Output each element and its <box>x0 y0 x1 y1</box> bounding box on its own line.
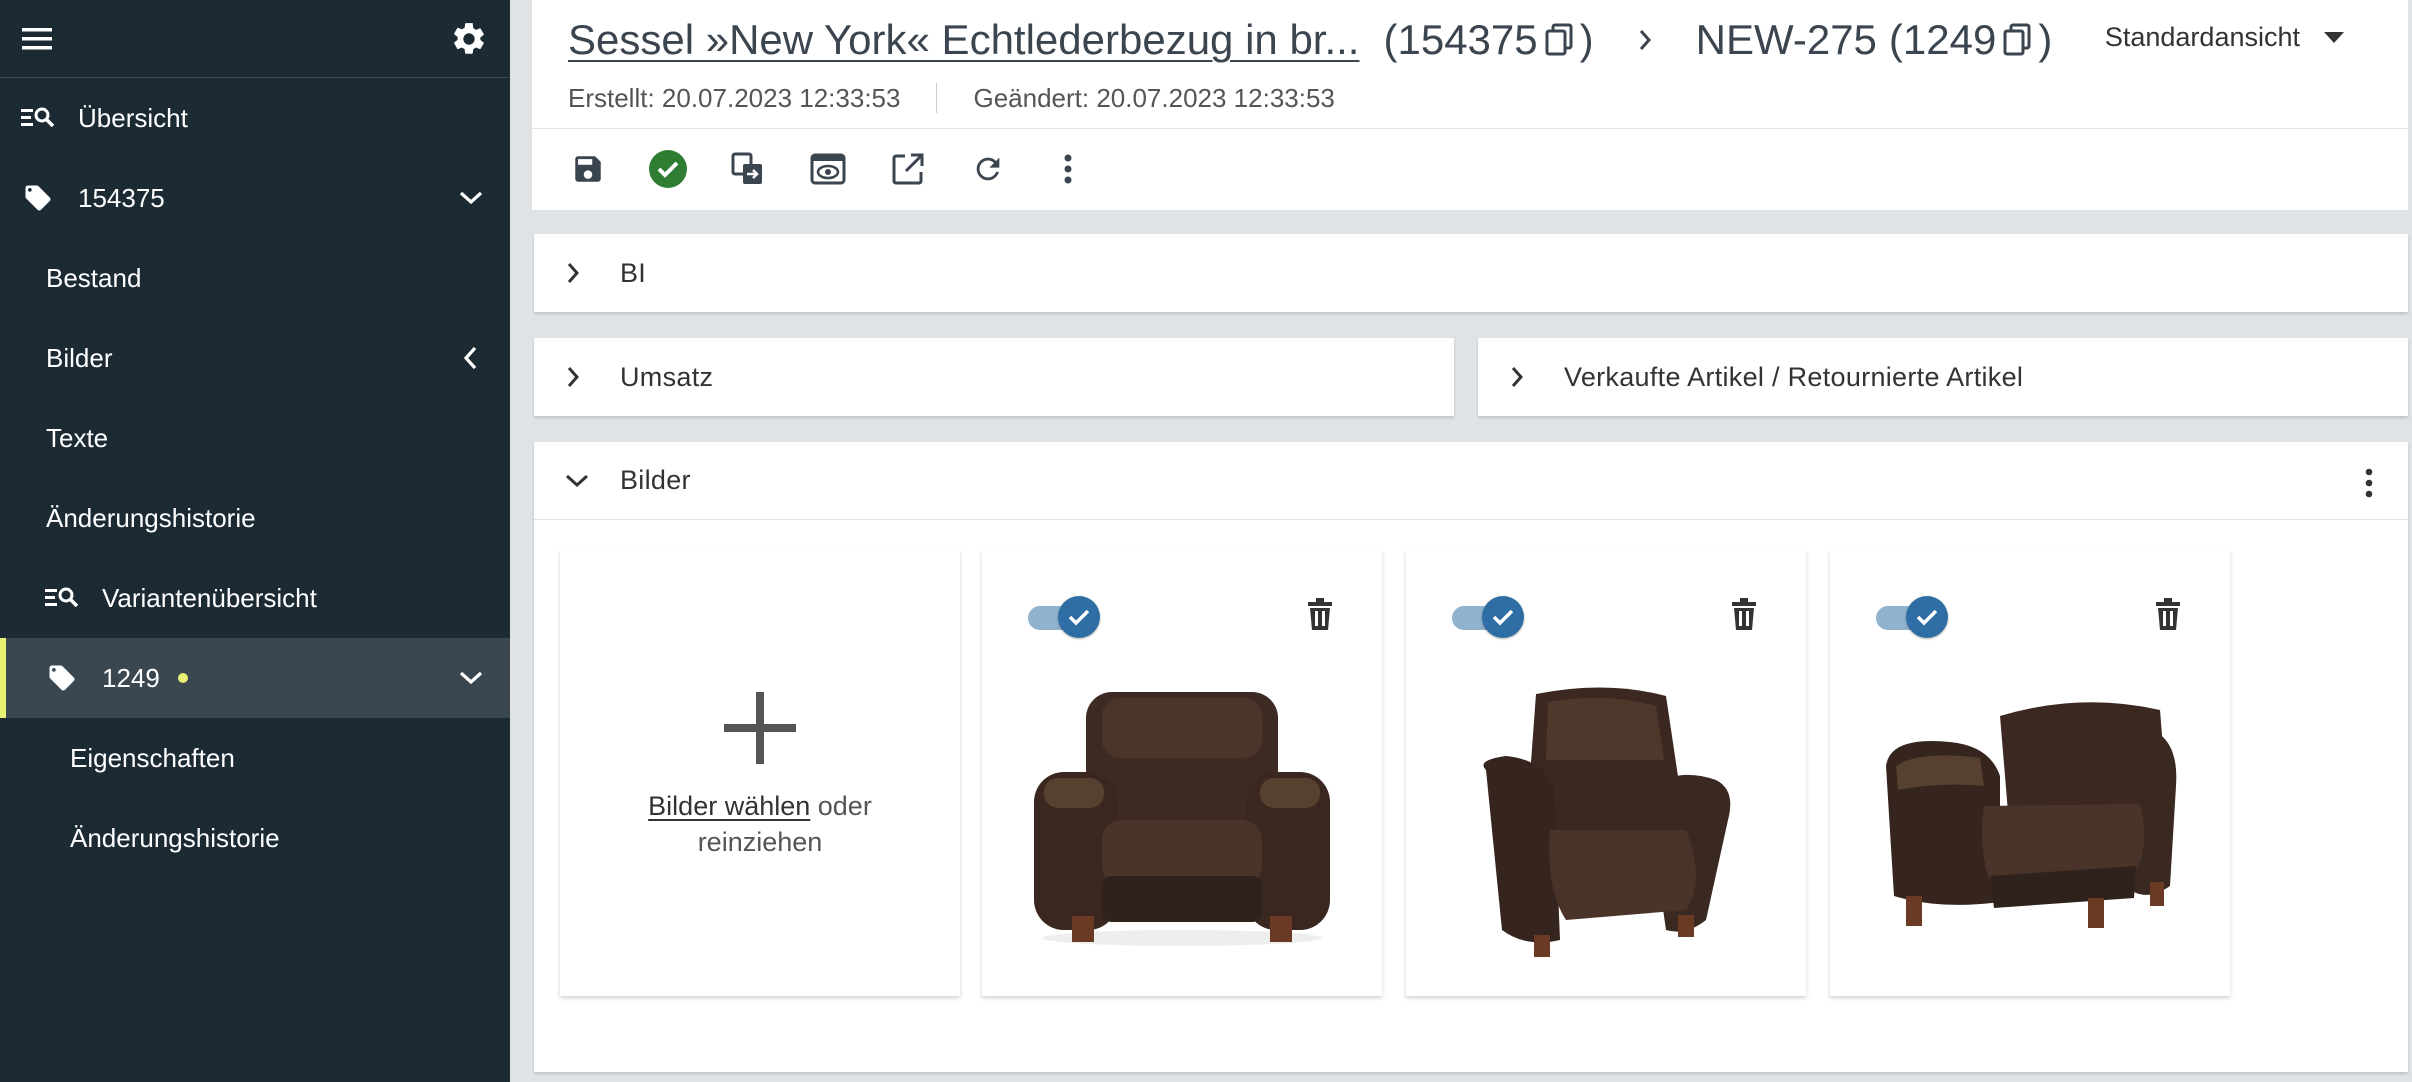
approve-check-icon[interactable] <box>648 149 688 189</box>
panel-header[interactable]: Umsatz <box>534 338 1454 416</box>
chevron-right-icon <box>564 364 600 390</box>
panel-header[interactable]: Bilder <box>534 442 2408 520</box>
chevron-down-icon[interactable] <box>458 189 484 207</box>
unsaved-indicator-dot <box>177 673 188 683</box>
image-active-toggle[interactable] <box>1452 596 1526 638</box>
sidebar-item-label: Texte <box>46 422 109 453</box>
sidebar-item-uebersicht[interactable]: Übersicht <box>0 78 510 158</box>
upload-text-drag: reinziehen <box>697 827 823 857</box>
sidebar-item-label: Variantenübersicht <box>102 582 317 613</box>
search-list-icon <box>42 583 82 613</box>
sidebar-header <box>0 0 510 78</box>
trash-icon[interactable] <box>1306 598 1334 635</box>
more-vert-icon[interactable] <box>2364 468 2374 498</box>
gear-icon[interactable] <box>450 20 488 58</box>
image-active-toggle[interactable] <box>1028 596 1102 638</box>
check-icon <box>1906 596 1948 638</box>
image-active-toggle[interactable] <box>1876 596 1950 638</box>
sidebar-item-label: Änderungshistorie <box>46 502 256 533</box>
sidebar-item-product[interactable]: 154375 <box>0 158 510 238</box>
sidebar-item-label: 1249 <box>102 662 160 693</box>
sidebar-item-aenderungshistorie[interactable]: Änderungshistorie <box>0 478 510 558</box>
image-upload-dropzone[interactable]: Bilder wählen oder reinziehen <box>560 550 960 996</box>
panel-title: BI <box>620 257 647 288</box>
meta-divider <box>936 83 938 113</box>
chevron-right-icon <box>1508 364 1544 390</box>
image-card[interactable] <box>1830 550 2230 996</box>
sidebar: Übersicht 154375 Bestand Bilder Texte Än… <box>0 0 510 1082</box>
image-card[interactable] <box>982 550 1382 996</box>
main-content: Sessel »New York« Echtlederbezug in br..… <box>510 0 2412 1082</box>
menu-icon[interactable] <box>20 24 56 54</box>
image-card[interactable] <box>1406 550 1806 996</box>
more-vert-icon[interactable] <box>1048 149 1088 189</box>
panel-title: Bilder <box>620 465 691 495</box>
panel-verkaufte-artikel[interactable]: Verkaufte Artikel / Retournierte Artikel <box>1478 338 2408 416</box>
choose-images-link[interactable]: Bilder wählen <box>648 791 810 821</box>
panel-header[interactable]: Verkaufte Artikel / Retournierte Artikel <box>1478 338 2408 416</box>
trash-icon[interactable] <box>1730 598 1758 635</box>
product-id-close: ) <box>1579 16 1594 63</box>
variant-name: NEW-275 <box>1695 16 1877 63</box>
sidebar-item-variant[interactable]: 1249 <box>0 638 510 718</box>
toolbar <box>568 144 1088 194</box>
header-divider <box>532 128 2408 129</box>
panel-title: Verkaufte Artikel / Retournierte Artikel <box>1564 361 2024 392</box>
chevron-left-icon[interactable] <box>462 345 480 371</box>
refresh-icon[interactable] <box>968 149 1008 189</box>
chevron-down-icon <box>564 472 600 490</box>
breadcrumb: Sessel »New York« Echtlederbezug in br..… <box>568 12 2052 68</box>
sidebar-item-label: Bilder <box>46 342 113 373</box>
sidebar-item-label: Eigenschaften <box>70 742 235 773</box>
view-select[interactable]: Standardansicht <box>2105 22 2344 53</box>
panel-title: Umsatz <box>620 361 714 392</box>
created-timestamp: Erstellt: 20.07.2023 12:33:53 <box>568 82 901 113</box>
armchair-image-front <box>1034 692 1330 946</box>
panel-bi[interactable]: BI <box>534 234 2408 312</box>
sidebar-item-variant-aenderungshistorie[interactable]: Änderungshistorie <box>0 798 510 878</box>
check-icon <box>1058 596 1100 638</box>
armchair-image-side <box>1886 702 2177 928</box>
modified-timestamp: Geändert: 20.07.2023 12:33:53 <box>973 82 1335 113</box>
sidebar-item-eigenschaften[interactable]: Eigenschaften <box>0 718 510 798</box>
upload-text-or: oder <box>810 791 872 821</box>
open-external-icon[interactable] <box>888 149 928 189</box>
sidebar-item-label: Übersicht <box>78 102 188 133</box>
view-select-value: Standardansicht <box>2104 22 2300 52</box>
panel-header[interactable]: BI <box>534 234 2408 312</box>
plus-icon[interactable] <box>722 690 798 766</box>
sidebar-item-label: Änderungshistorie <box>70 822 280 853</box>
save-icon[interactable] <box>568 149 608 189</box>
sidebar-item-label: 154375 <box>78 182 165 213</box>
copy-icon[interactable] <box>1544 23 1574 57</box>
armchair-image-angled <box>1483 687 1731 957</box>
product-title-link[interactable]: Sessel »New York« Echtlederbezug in br..… <box>568 16 1359 64</box>
page-header: Sessel »New York« Echtlederbezug in br..… <box>532 0 2408 210</box>
sidebar-item-texte[interactable]: Texte <box>0 398 510 478</box>
preview-icon[interactable] <box>808 149 848 189</box>
chevron-down-icon[interactable] <box>458 669 484 687</box>
sidebar-item-variantenuebersicht[interactable]: Variantenübersicht <box>0 558 510 638</box>
tag-icon <box>18 183 58 213</box>
upload-instructions: Bilder wählen oder reinziehen <box>648 788 872 860</box>
panel-umsatz[interactable]: Umsatz <box>534 338 1454 416</box>
search-list-icon <box>18 103 58 133</box>
chevron-right-icon <box>1636 27 1654 53</box>
tag-icon <box>42 663 82 693</box>
product-id: (154375 <box>1383 16 1538 63</box>
copy-transfer-icon[interactable] <box>728 149 768 189</box>
sidebar-item-label: Bestand <box>46 262 142 293</box>
sidebar-item-bestand[interactable]: Bestand <box>0 238 510 318</box>
chevron-right-icon <box>564 260 600 286</box>
variant-id-close: ) <box>2038 16 2053 63</box>
copy-icon[interactable] <box>2002 23 2032 57</box>
trash-icon[interactable] <box>2154 598 2182 635</box>
variant-id: (1249 <box>1888 16 1997 63</box>
caret-down-icon <box>2324 31 2344 44</box>
meta-info: Erstellt: 20.07.2023 12:33:53 Geändert: … <box>568 78 1335 118</box>
check-icon <box>1482 596 1524 638</box>
sidebar-item-bilder[interactable]: Bilder <box>0 318 510 398</box>
